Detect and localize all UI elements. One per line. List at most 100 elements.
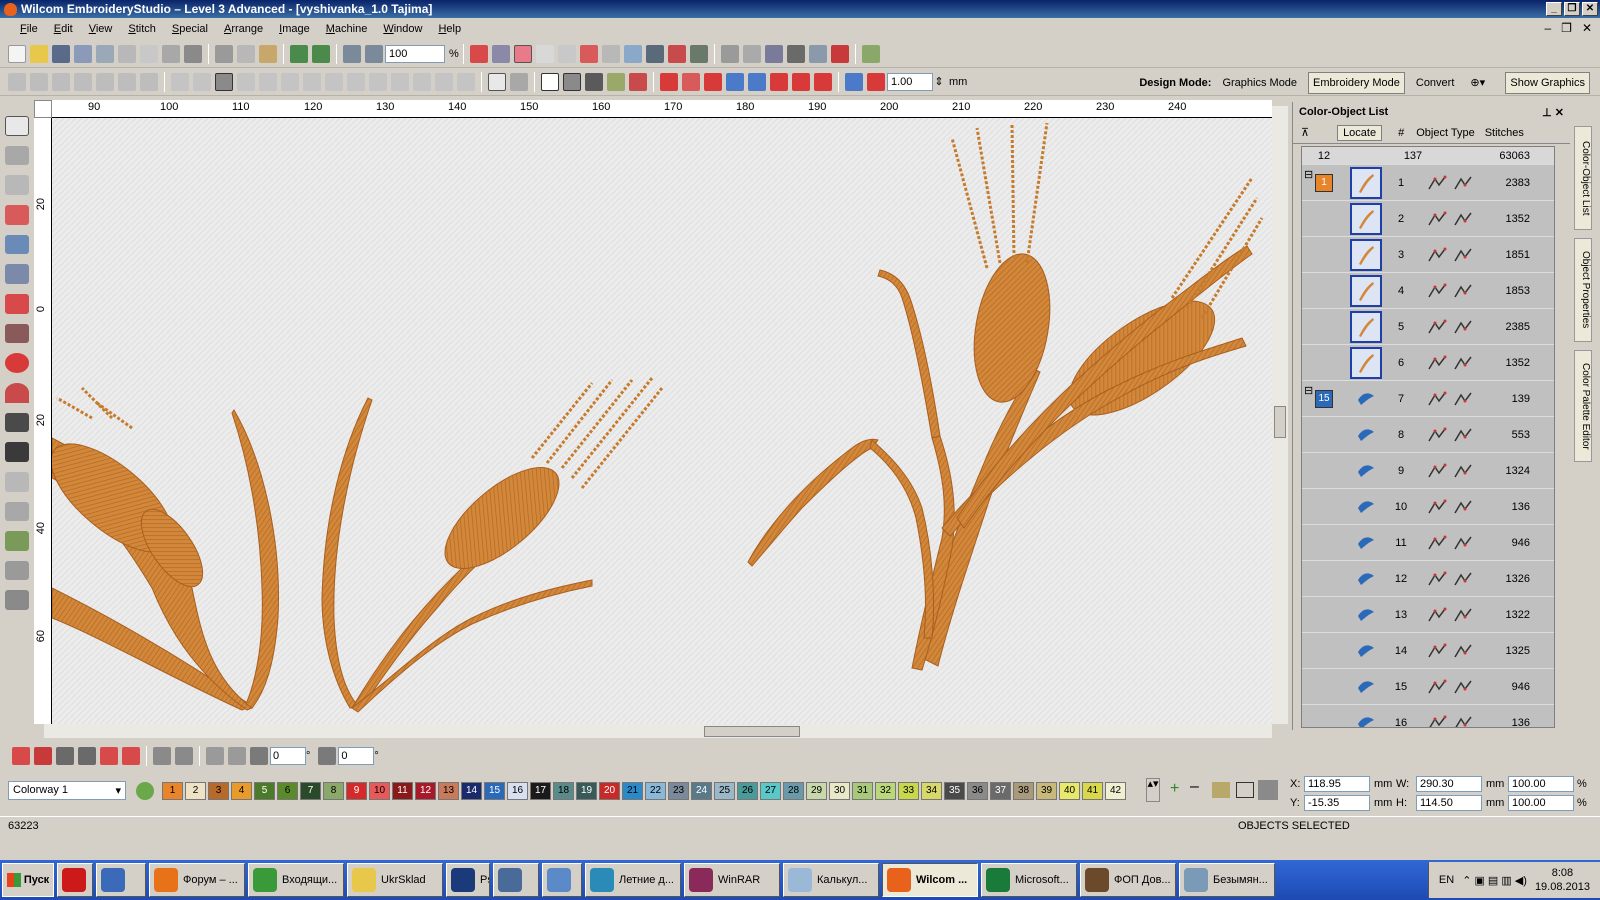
color-swatch[interactable]: 41 — [1082, 782, 1103, 800]
grid-icon[interactable] — [601, 44, 620, 63]
underlay-icon[interactable] — [563, 72, 581, 91]
color-swatch[interactable]: 13 — [438, 782, 459, 800]
zoom-icon[interactable] — [365, 44, 383, 63]
menu-machine[interactable]: Machine — [318, 23, 376, 35]
menu-window[interactable]: Window — [375, 23, 430, 35]
fill-type-8-icon[interactable] — [325, 72, 343, 91]
embroidery-mode-button[interactable]: Embroidery Mode — [1308, 72, 1405, 94]
run-line-icon[interactable] — [5, 294, 29, 314]
align-3-icon[interactable] — [704, 72, 722, 91]
fill-type-7-icon[interactable] — [303, 72, 321, 91]
doc-minimize-button[interactable]: – — [1544, 21, 1551, 35]
language-indicator[interactable]: EN — [1439, 874, 1454, 886]
colorway-palette-icon[interactable] — [136, 782, 154, 800]
convert-button[interactable]: Convert — [1411, 72, 1460, 94]
color-swatch[interactable]: 12 — [415, 782, 436, 800]
redo-icon[interactable] — [312, 44, 330, 63]
color-swatch[interactable]: 20 — [599, 782, 620, 800]
align-4-icon[interactable] — [726, 72, 744, 91]
align-5-icon[interactable] — [748, 72, 766, 91]
doc-restore-button[interactable]: ❐ — [1561, 21, 1572, 35]
color-swatch[interactable]: 4 — [231, 782, 252, 800]
menu-arrange[interactable]: Arrange — [216, 23, 271, 35]
design-info-icon[interactable] — [808, 44, 827, 63]
lettering-icon[interactable] — [5, 412, 29, 433]
tab-object-properties[interactable]: Object Properties — [1574, 238, 1592, 342]
space-1-icon[interactable] — [845, 72, 863, 91]
align-7-icon[interactable] — [792, 72, 810, 91]
object-row[interactable]: 2 1352 — [1302, 201, 1554, 237]
menu-image[interactable]: Image — [271, 23, 318, 35]
object-row[interactable]: 11 946 — [1302, 525, 1554, 561]
canvas-horizontal-scrollbar[interactable] — [44, 724, 1272, 738]
stitch-type-7-icon[interactable] — [140, 72, 158, 91]
scissors-icon[interactable] — [34, 747, 52, 765]
clock[interactable]: 8:08 19.08.2013 — [1535, 866, 1590, 894]
taskbar-task[interactable] — [96, 863, 146, 897]
pull-comp-icon[interactable] — [585, 72, 603, 91]
color-group-badge[interactable]: 15 — [1315, 389, 1333, 408]
object-row[interactable]: 6 1352 — [1302, 345, 1554, 381]
design-canvas[interactable] — [52, 118, 1272, 724]
grid-dots-icon[interactable] — [742, 44, 761, 63]
canvas-vertical-scrollbar[interactable] — [1272, 106, 1288, 724]
zoom-input[interactable]: 100 — [385, 44, 445, 63]
show-bitmap-icon[interactable] — [535, 44, 554, 63]
color-swatch[interactable]: 38 — [1013, 782, 1034, 800]
fill-type-9-icon[interactable] — [347, 72, 365, 91]
space-2-icon[interactable] — [867, 72, 885, 91]
color-swatch[interactable]: 31 — [852, 782, 873, 800]
color-swatch[interactable]: 27 — [760, 782, 781, 800]
object-row[interactable]: 10 136 — [1302, 489, 1554, 525]
reshape-tool-icon[interactable] — [5, 145, 29, 166]
taskbar-task[interactable]: Microsoft... — [981, 863, 1077, 897]
color-swatch[interactable]: 21 — [622, 782, 643, 800]
color-swatch[interactable]: 5 — [254, 782, 275, 800]
color-swatch[interactable]: 18 — [553, 782, 574, 800]
mirror-v-icon[interactable] — [175, 747, 193, 765]
taskbar-task[interactable] — [493, 863, 539, 897]
color-swatch[interactable]: 26 — [737, 782, 758, 800]
color-swatch[interactable]: 39 — [1036, 782, 1057, 800]
fill-type-10-icon[interactable] — [369, 72, 387, 91]
x-input[interactable]: 118.95 — [1304, 776, 1370, 792]
color-swatch[interactable]: 6 — [277, 782, 298, 800]
scale-x-input[interactable]: 100.00 — [1508, 776, 1574, 792]
color-swatch[interactable]: 35 — [944, 782, 965, 800]
swatch-scroll-icon[interactable]: ▴▾ — [1146, 778, 1160, 802]
menu-view[interactable]: View — [81, 23, 121, 35]
color-swatch[interactable]: 37 — [990, 782, 1011, 800]
send-machine-icon[interactable] — [162, 44, 180, 63]
color-swatch[interactable]: 2 — [185, 782, 206, 800]
circle-icon[interactable] — [5, 353, 29, 373]
color-swatch[interactable]: 14 — [461, 782, 482, 800]
start-button[interactable]: Пуск — [2, 863, 54, 897]
monogram-icon[interactable] — [5, 442, 29, 462]
taskbar-task[interactable]: ФОП Дов... — [1080, 863, 1176, 897]
connectors-icon[interactable] — [579, 44, 598, 63]
object-row[interactable]: 13 1322 — [1302, 597, 1554, 633]
color-swatch[interactable]: 25 — [714, 782, 735, 800]
arc-icon[interactable] — [5, 382, 29, 403]
menu-file[interactable]: File — [12, 23, 46, 35]
tab-color-object-list[interactable]: Color-Object List — [1574, 126, 1592, 230]
list-view-icon[interactable] — [764, 44, 783, 63]
show-graphics-button[interactable]: Show Graphics — [1505, 72, 1590, 94]
object-row[interactable]: 15 946 — [1302, 669, 1554, 705]
color-swatch[interactable]: 29 — [806, 782, 827, 800]
restore-button[interactable]: ❐ — [1564, 2, 1580, 16]
close-button[interactable]: ✕ — [1582, 2, 1598, 16]
align-8-icon[interactable] — [814, 72, 832, 91]
taskbar-task[interactable]: Ps — [446, 863, 490, 897]
taskbar-task[interactable] — [542, 863, 582, 897]
horizontal-scroll-thumb[interactable] — [704, 726, 800, 737]
color-swatch[interactable]: 19 — [576, 782, 597, 800]
stitch-type-4-icon[interactable] — [74, 72, 92, 91]
object-row[interactable]: 12 1326 — [1302, 561, 1554, 597]
stitch-effect-1-icon[interactable] — [12, 747, 30, 765]
fill-type-14-icon[interactable] — [457, 72, 475, 91]
stitch-effect-2-icon[interactable] — [100, 747, 118, 765]
reshape-icon[interactable] — [510, 72, 528, 91]
color-swatch[interactable]: 9 — [346, 782, 367, 800]
stitch-type-2-icon[interactable] — [30, 72, 48, 91]
